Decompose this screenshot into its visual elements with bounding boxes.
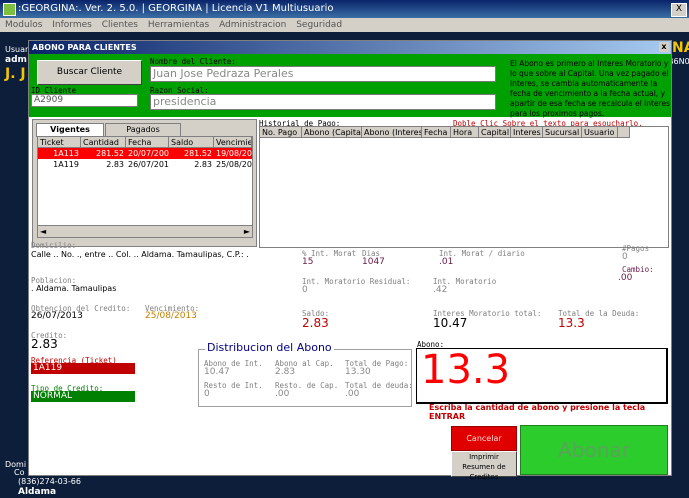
col-header-no-pago[interactable]: No. Pago [260, 127, 302, 138]
menu-modulos[interactable]: Modulos [5, 20, 42, 30]
cell-fecha: 20/07/2009 [128, 149, 169, 158]
client-panel: Buscar Cliente Nombre del Cliente: Juan … [29, 54, 671, 118]
bg-initials: J. J [5, 66, 26, 82]
table-row[interactable]: 1A113 281.52 20/07/2009 281.52 19/08/200… [38, 148, 252, 159]
dialog-close-button[interactable]: x [659, 42, 669, 52]
poblacion-value: . Aldama. Tamaulipas [31, 284, 117, 293]
cell-cantidad: 281.52 [96, 149, 124, 158]
buscar-cliente-button[interactable]: Buscar Cliente [37, 60, 142, 85]
credits-tab-panel: Vigentes Pagados Ticket Cantidad Fecha S… [32, 119, 257, 247]
scroll-right-icon[interactable]: ► [244, 226, 250, 237]
bg-usuario-label: Usuar [5, 45, 29, 54]
bg-phone: (836)274-03-66 [18, 477, 81, 486]
col-header-fecha[interactable]: Fecha [422, 127, 451, 138]
int-total-value: 10.47 [433, 316, 468, 330]
cell-fecha: 26/07/2013 [128, 160, 169, 169]
app-titlebar: :GEORGINA:. Ver. 2. 5.0. | GEORGINA | Li… [0, 0, 689, 18]
dist-resto-cap-value: .00 [275, 389, 290, 399]
dist-resto-int-value: 0 [204, 389, 210, 399]
dialog-title: ABONO PARA CLIENTES [32, 43, 137, 52]
col-header-capital[interactable]: Capital [479, 127, 511, 138]
int-diario-value: .01 [439, 257, 454, 267]
col-header-abono-capital[interactable]: Abono (Capital) [302, 127, 362, 138]
domicilio-label: Domicilio: [31, 241, 77, 250]
abonar-button[interactable]: Abonar [520, 425, 668, 475]
app-icon [3, 3, 16, 16]
imprimir-resumen-button[interactable]: Imprimir Resumen de Creditos [451, 451, 517, 481]
dialog-titlebar: ABONO PARA CLIENTES x [29, 41, 671, 54]
payment-history-grid: No. Pago Abono (Capital) Abono (Interes)… [259, 126, 669, 248]
tab-pagados[interactable]: Pagados [105, 123, 181, 136]
npagos-value: 0 [622, 252, 628, 262]
bg-co-label: Co [14, 468, 25, 477]
nombre-label: Nombre del Cliente: [150, 57, 236, 66]
abono-input-value[interactable]: 13.3 [421, 347, 510, 393]
cell-saldo: 281.52 [184, 149, 212, 158]
menu-herramientas[interactable]: Herramientas [148, 20, 209, 30]
int-residual-label: Int. Moratorio Residual: [302, 277, 411, 286]
scroll-left-icon[interactable]: ◄ [40, 226, 46, 237]
app-title: :GEORGINA:. Ver. 2. 5.0. | GEORGINA | Li… [18, 3, 334, 14]
bg-usuario-value: adm [5, 55, 27, 65]
domicilio-value: Calle .. No. ., entre .. Col. .. Aldama.… [31, 250, 249, 259]
credits-grid: Ticket Cantidad Fecha Saldo Vencimiento … [37, 136, 253, 238]
abono-hint: Escriba la cantidad de abono y presione … [429, 403, 646, 421]
int-residual-value: 0 [302, 285, 308, 295]
cancelar-credito-button[interactable]: Cancelar Credito [451, 426, 517, 466]
bg-city: Aldama [18, 487, 57, 497]
distribucion-group [198, 349, 412, 407]
col-header-cantidad[interactable]: Cantidad [81, 137, 126, 148]
cambio-value: .00 [618, 273, 633, 283]
table-row[interactable]: 1A119 2.83 26/07/2013 2.83 25/08/2013 [38, 159, 252, 170]
cell-vencimiento: 19/08/2009 [216, 149, 252, 158]
tab-vigentes[interactable]: Vigentes [36, 123, 104, 137]
referencia-field[interactable]: 1A119 [31, 363, 135, 374]
dist-total-deuda-value: .00 [345, 389, 360, 399]
dist-resto-int-label: Resto de Int. [204, 381, 263, 390]
app-menubar: Modulos Informes Clientes Herramientas A… [0, 18, 689, 32]
saldo-value: 2.83 [302, 316, 329, 330]
tipo-credito-field[interactable]: NORMAL [31, 391, 135, 402]
col-header-vencimiento[interactable]: Vencimiento [214, 137, 252, 148]
cell-ticket: 1A113 [53, 149, 79, 158]
dist-abono-cap-value: 2.83 [275, 367, 296, 377]
col-header-saldo[interactable]: Saldo [169, 137, 214, 148]
cell-vencimiento: 25/08/2013 [216, 160, 252, 169]
col-header-blank [618, 127, 630, 138]
col-header-ticket[interactable]: Ticket [38, 137, 81, 148]
menu-clientes[interactable]: Clientes [102, 20, 138, 30]
abono-info-text: El Abono es primero al Interes Moratorio… [510, 59, 670, 118]
menu-administracion[interactable]: Administracion [219, 20, 286, 30]
cell-cantidad: 2.83 [106, 160, 124, 169]
menu-informes[interactable]: Informes [52, 20, 92, 30]
total-deuda-value: 13.3 [558, 316, 585, 330]
menu-seguridad[interactable]: Seguridad [296, 20, 342, 30]
col-header-interes[interactable]: Interes [511, 127, 543, 138]
cell-ticket: 1A119 [53, 160, 79, 169]
col-header-abono-interes[interactable]: Abono (Interes) [362, 127, 422, 138]
pct-int-morat-value: 15 [302, 257, 314, 267]
bg-brand: NA [672, 40, 689, 56]
razon-social-field[interactable]: presidencia [150, 94, 496, 110]
col-header-fecha[interactable]: Fecha [126, 137, 169, 148]
col-header-usuario[interactable]: Usuario [582, 127, 618, 138]
cell-saldo: 2.83 [194, 160, 212, 169]
obtencion-value: 26/07/2013 [31, 311, 83, 321]
dist-abono-int-value: 10.47 [204, 367, 230, 377]
nombre-field[interactable]: Juan Jose Pedraza Perales [150, 66, 496, 82]
dias-value: 1047 [362, 257, 385, 267]
credito-value: 2.83 [31, 337, 58, 351]
vencimiento-value: 25/08/2013 [145, 311, 197, 321]
dist-total-pago-value: 13.30 [345, 367, 371, 377]
distribucion-title: Distribucion del Abono [205, 341, 334, 354]
id-cliente-field[interactable]: A2909 [31, 94, 138, 107]
col-header-hora[interactable]: Hora [451, 127, 479, 138]
col-header-sucursal[interactable]: Sucursal [543, 127, 582, 138]
app-close-button[interactable]: X [671, 3, 687, 17]
abono-dialog: ABONO PARA CLIENTES x Buscar Cliente Nom… [28, 40, 672, 481]
credits-grid-scrollbar[interactable]: ◄ ► [38, 225, 252, 237]
int-moratorio-value: .42 [433, 285, 448, 295]
